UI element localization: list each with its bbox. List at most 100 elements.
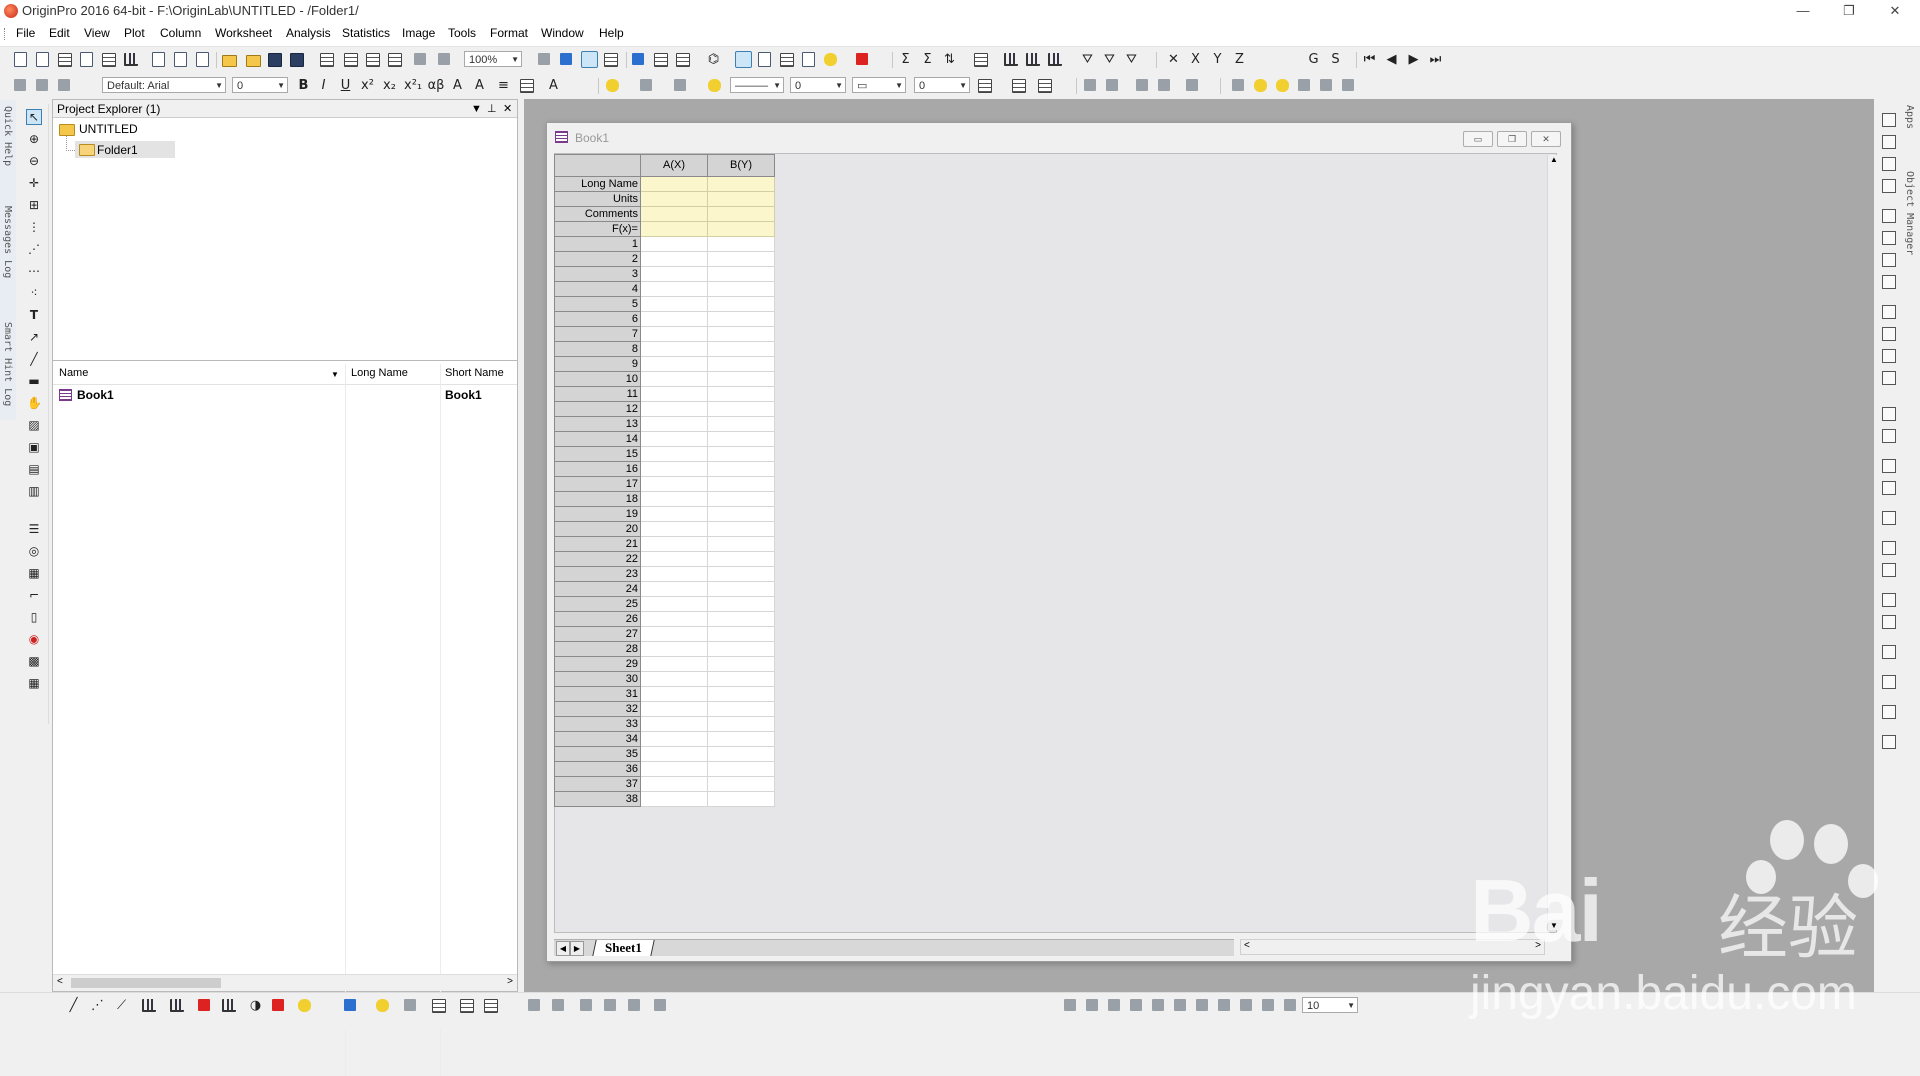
data-cell[interactable] <box>707 776 775 792</box>
axis-icon[interactable] <box>1882 327 1896 341</box>
copy-format-icon[interactable] <box>1320 79 1332 91</box>
row-header[interactable]: 22 <box>554 551 641 567</box>
unmerge-icon[interactable] <box>1106 79 1118 91</box>
distribute-v-icon[interactable] <box>1196 999 1208 1011</box>
set-column-icon[interactable] <box>974 53 988 67</box>
image-plot-icon[interactable] <box>460 999 474 1013</box>
row-header[interactable]: 28 <box>554 641 641 657</box>
row-header[interactable]: 19 <box>554 506 641 522</box>
arrange-icon[interactable] <box>1882 407 1896 421</box>
data-cell[interactable] <box>640 536 708 552</box>
copy-icon[interactable] <box>36 79 48 91</box>
row-header[interactable]: 26 <box>554 611 641 627</box>
format-painter-icon[interactable] <box>1298 79 1310 91</box>
pattern-icon[interactable] <box>978 79 992 93</box>
row-header[interactable]: 36 <box>554 761 641 777</box>
layout-icon[interactable] <box>1882 253 1896 267</box>
align-icon[interactable] <box>1158 79 1170 91</box>
label-cell[interactable] <box>707 176 775 192</box>
scale-tool-icon[interactable]: ⊞ <box>27 198 41 212</box>
list-tool-icon[interactable]: ☰ <box>27 522 41 536</box>
row-header[interactable]: 35 <box>554 746 641 762</box>
col-name[interactable]: Name <box>59 367 88 379</box>
data-cell[interactable] <box>707 341 775 357</box>
data-cell[interactable] <box>707 476 775 492</box>
set-group-button[interactable]: G <box>1306 52 1321 67</box>
new-excel-icon[interactable] <box>80 52 93 67</box>
data-cell[interactable] <box>640 746 708 762</box>
pin-icon[interactable]: ⊥ <box>487 100 497 118</box>
layout-icon[interactable] <box>1882 231 1896 245</box>
data-cell[interactable] <box>707 401 775 417</box>
filter-reapply-icon[interactable]: ⛛ <box>1124 52 1139 67</box>
row-header[interactable]: 21 <box>554 536 641 552</box>
new-matrix-icon[interactable] <box>102 53 116 67</box>
import-icon[interactable] <box>320 53 334 67</box>
same-height-icon[interactable] <box>1240 999 1252 1011</box>
data-cell[interactable] <box>640 581 708 597</box>
data-cell[interactable] <box>707 536 775 552</box>
open-template-icon[interactable] <box>246 55 261 67</box>
zoom-out-tool-icon[interactable]: ⊖ <box>27 154 41 168</box>
arrange-icon[interactable] <box>1882 563 1896 577</box>
column-chart-icon[interactable] <box>1026 53 1040 66</box>
area-plot-icon[interactable] <box>170 999 184 1012</box>
arrange-icon[interactable] <box>1882 593 1896 607</box>
menu-file[interactable]: File <box>16 26 35 40</box>
dbs-icon[interactable] <box>802 52 815 67</box>
row-header[interactable]: 23 <box>554 566 641 582</box>
data-selector-icon[interactable]: ⋰ <box>27 242 41 256</box>
layer-icon[interactable] <box>1882 113 1896 127</box>
restore-button[interactable]: ❐ <box>1826 0 1872 22</box>
save-template-icon[interactable] <box>290 53 304 67</box>
export-icon[interactable] <box>581 51 598 68</box>
workbook-maximize-button[interactable]: ❐ <box>1497 131 1527 147</box>
row-header[interactable]: 32 <box>554 701 641 717</box>
data-cell[interactable] <box>707 671 775 687</box>
tab-prev-icon[interactable]: ◀ <box>556 941 570 956</box>
line-width-combo[interactable]: 0 ▼ <box>790 77 846 93</box>
page-tool-icon[interactable]: ▯ <box>27 610 41 624</box>
arrow-tool-icon[interactable]: ↗ <box>27 330 41 344</box>
sort-icon[interactable]: ⇅ <box>942 52 957 67</box>
same-width-icon[interactable] <box>1218 999 1230 1011</box>
align-top-icon[interactable] <box>1108 999 1120 1011</box>
layout-icon[interactable] <box>1882 275 1896 289</box>
arrange-icon[interactable] <box>1882 645 1896 659</box>
underline-button[interactable]: U <box>338 78 353 93</box>
col-long-name[interactable]: Long Name <box>351 367 408 379</box>
project-explorer-toggle-icon[interactable]: ⌬ <box>706 52 721 67</box>
arrange-icon[interactable] <box>1882 429 1896 443</box>
column-header-a[interactable]: A(X) <box>640 154 708 177</box>
screen-reader-icon[interactable]: ✛ <box>27 176 41 190</box>
menu-analysis[interactable]: Analysis <box>286 26 331 40</box>
axis-icon[interactable] <box>1882 349 1896 363</box>
sort-arrow-icon[interactable]: ▼ <box>331 370 339 379</box>
next-icon[interactable]: ▶ <box>1406 52 1421 67</box>
set-x-button[interactable]: X <box>1188 52 1203 67</box>
column-plot-icon[interactable] <box>142 999 156 1012</box>
menu-tools[interactable]: Tools <box>448 26 476 40</box>
list-item[interactable]: Book1 Book1 <box>53 386 517 404</box>
data-cell[interactable] <box>707 356 775 372</box>
rectangle-tool-icon[interactable]: ▬ <box>27 374 41 388</box>
merge-icon[interactable] <box>1084 79 1096 91</box>
data-cell[interactable] <box>707 656 775 672</box>
column-header-b[interactable]: B(Y) <box>707 154 775 177</box>
heatmap-icon[interactable] <box>432 999 446 1013</box>
3d-plot-icon[interactable] <box>298 999 311 1012</box>
data-cell[interactable] <box>707 386 775 402</box>
set-y-button[interactable]: Y <box>1210 52 1225 67</box>
rescale-icon[interactable] <box>580 999 592 1011</box>
hand-tool-icon[interactable]: ✋ <box>27 396 42 410</box>
arrange-icon[interactable] <box>1882 735 1896 749</box>
arrange-icon[interactable] <box>1882 675 1896 689</box>
style-icon[interactable] <box>1232 79 1244 91</box>
script-window-icon[interactable] <box>758 52 771 67</box>
pattern-color-icon[interactable] <box>640 79 652 91</box>
data-cell[interactable] <box>640 776 708 792</box>
tab-messages-log[interactable]: Messages Log <box>2 206 13 278</box>
menu-image[interactable]: Image <box>402 26 435 40</box>
data-cell[interactable] <box>707 251 775 267</box>
polar-plot-icon[interactable]: ◑ <box>248 998 263 1013</box>
